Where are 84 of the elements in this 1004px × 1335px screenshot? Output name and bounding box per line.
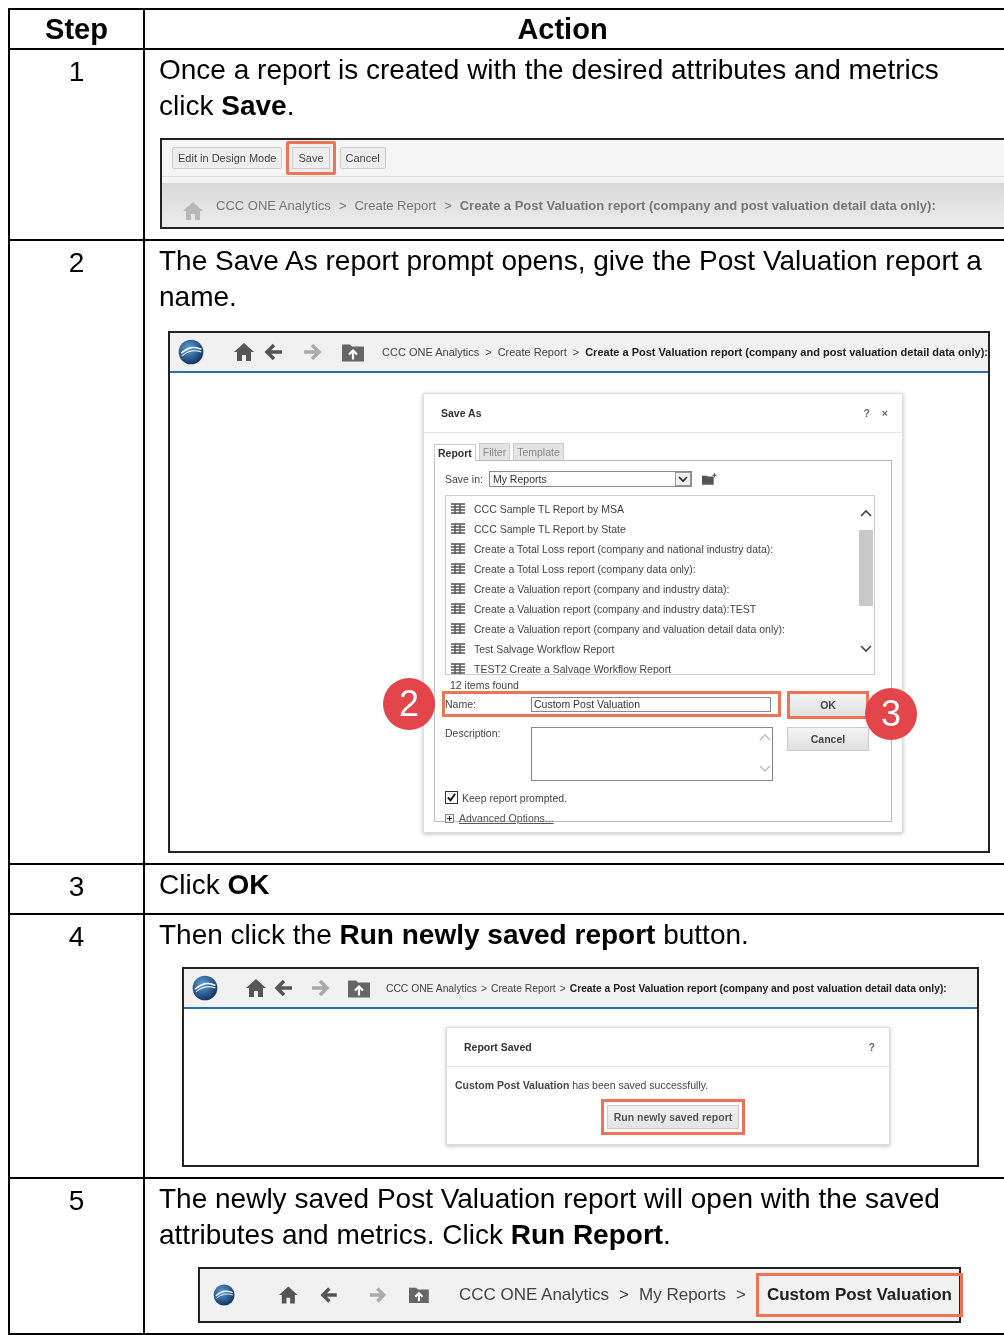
report-list-item[interactable]: Create a Total Loss report (company data only): xyxy=(474,563,696,575)
checkbox[interactable] xyxy=(445,791,458,804)
breadcrumb-separator: > xyxy=(485,346,492,358)
folder-upload-icon[interactable] xyxy=(342,342,364,362)
breadcrumb-link[interactable]: Create Report xyxy=(491,982,556,994)
step-number: 2 xyxy=(68,246,85,280)
report-list-item[interactable]: Create a Valuation report (company and industry data):TEST xyxy=(474,603,757,615)
breadcrumb-link[interactable]: My Reports xyxy=(639,1285,726,1305)
breadcrumb-link[interactable]: CCC ONE Analytics xyxy=(386,982,477,994)
breadcrumb-separator: > xyxy=(619,1285,629,1305)
toolbar-button[interactable]: Cancel xyxy=(339,147,386,169)
breadcrumb-current: Create a Post Valuation report (company and post valuation detail data only): xyxy=(569,982,947,994)
instruction-text: The Save As report prompt opens, give the Post Valuation report a name. xyxy=(159,244,983,314)
breadcrumb-link[interactable]: Create Report xyxy=(354,197,437,213)
home-icon[interactable] xyxy=(234,343,254,361)
breadcrumb-link[interactable]: CCC ONE Analytics xyxy=(216,197,331,213)
field-label: Name: xyxy=(445,698,477,710)
breadcrumb-separator: > xyxy=(559,982,566,994)
breadcrumb-link[interactable]: CCC ONE Analytics xyxy=(382,346,480,358)
table-icon xyxy=(451,543,465,555)
toolbar-button[interactable]: Edit in Design Mode xyxy=(172,147,283,169)
step-number: 5 xyxy=(68,1184,85,1218)
success-message: Custom Post Valuation has been saved successfully. xyxy=(455,1079,710,1091)
ok-button[interactable]: OK xyxy=(787,691,869,719)
name-field[interactable]: Custom Post Valuation xyxy=(531,696,771,712)
back-arrow-icon[interactable] xyxy=(274,979,294,997)
instruction-text: Then click the Run newly saved report button. xyxy=(159,918,750,952)
save-in-dropdown[interactable]: My Reports xyxy=(488,471,692,487)
breadcrumb-current: Create a Post Valuation report (company and post valuation detail data only): xyxy=(585,346,988,358)
breadcrumb-separator: > xyxy=(572,346,580,358)
report-list-item[interactable]: CCC Sample TL Report by State xyxy=(474,523,626,535)
report-list-item[interactable]: CCC Sample TL Report by MSA xyxy=(474,503,624,515)
table-icon xyxy=(451,523,465,535)
advanced-options-link[interactable]: Advanced Options... xyxy=(459,812,554,824)
report-list-item[interactable]: Create a Valuation report (company and industry data): xyxy=(474,583,730,595)
checkbox-label: Keep report prompted. xyxy=(462,791,568,804)
new-folder-icon[interactable] xyxy=(701,473,717,485)
breadcrumb-separator: > xyxy=(735,1285,746,1305)
expand-icon[interactable] xyxy=(445,813,454,823)
globe-logo-icon[interactable] xyxy=(192,975,218,1001)
breadcrumb-separator: > xyxy=(338,197,347,213)
folder-upload-icon[interactable] xyxy=(348,978,370,998)
table-icon xyxy=(451,583,465,595)
step-number: 1 xyxy=(68,55,85,89)
report-list-item[interactable]: Test Salvage Workflow Report xyxy=(474,643,615,655)
field-label: Save in: xyxy=(445,473,483,485)
run-report-button[interactable]: Run newly saved report xyxy=(600,1099,746,1135)
dialog-title: Save As xyxy=(441,407,483,419)
column-header: Step xyxy=(45,12,108,47)
breadcrumb-link[interactable]: CCC ONE Analytics xyxy=(458,1285,610,1305)
toolbar-button[interactable]: Save xyxy=(286,141,336,175)
table-icon xyxy=(451,663,465,674)
breadcrumb-current: Create a Post Valuation report (company and post valuation detail data only): xyxy=(459,197,936,213)
breadcrumb-separator: > xyxy=(481,982,487,994)
globe-logo-icon[interactable] xyxy=(178,339,204,365)
breadcrumb-separator: > xyxy=(444,197,452,213)
instruction-text: The newly saved Post Valuation report will open with the saved attributes and metrics. Click Run Report. xyxy=(159,1182,941,1252)
table-icon xyxy=(451,623,465,635)
report-list-item[interactable]: Create a Total Loss report (company and national industry data): xyxy=(474,543,774,555)
table-icon xyxy=(451,563,465,575)
step-number: 3 xyxy=(68,870,85,904)
table-icon xyxy=(451,503,465,515)
description-field[interactable] xyxy=(531,727,773,781)
help-button[interactable]: ? xyxy=(868,1041,875,1053)
back-arrow-icon[interactable] xyxy=(264,343,284,361)
help-button[interactable]: ? xyxy=(863,407,870,419)
caret-icon[interactable] xyxy=(674,472,691,486)
instruction-text: Click OK xyxy=(159,868,271,902)
items-count: 12 items found xyxy=(450,679,520,691)
step-number: 4 xyxy=(68,920,85,954)
callout-badge: 2 xyxy=(383,678,435,730)
breadcrumb-current: Custom Post Valuation xyxy=(755,1273,963,1317)
instruction-text: Once a report is created with the desired attributes and metrics click Save. xyxy=(159,53,940,123)
field-label: Description: xyxy=(445,727,502,739)
close-button[interactable]: × xyxy=(881,407,888,419)
table-icon xyxy=(451,603,465,615)
cancel-button[interactable]: Cancel xyxy=(787,727,869,751)
dialog-title: Report Saved xyxy=(464,1041,533,1053)
home-icon[interactable] xyxy=(246,979,266,997)
breadcrumb-link[interactable]: Create Report xyxy=(497,346,567,358)
report-list-item[interactable]: Create a Valuation report (company and valuation detail data only): xyxy=(474,623,785,635)
table-icon xyxy=(451,643,465,655)
column-header: Action xyxy=(517,12,608,47)
tab[interactable]: Report xyxy=(434,444,476,461)
